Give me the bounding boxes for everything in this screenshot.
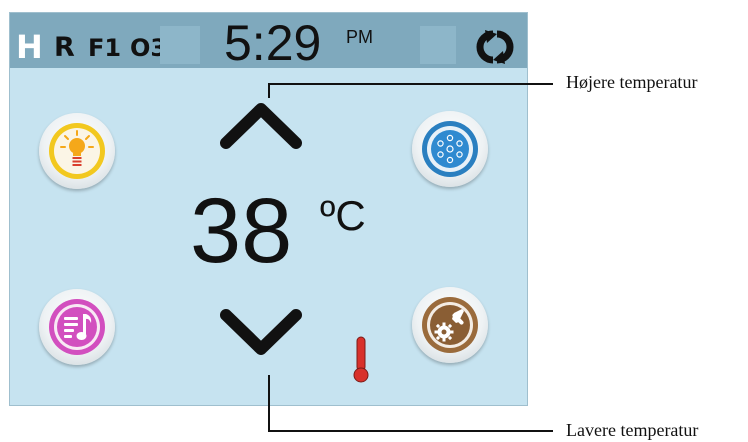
spa-control-screen: H R F1 O3 5:29 PM 38 ºC [9,12,528,406]
recirc-indicator: R [54,32,75,63]
heater-indicator: H [16,28,43,66]
clock-ampm: PM [346,27,373,47]
callout-label-down: Lavere temperatur [566,420,699,440]
status-bar: H R F1 O3 5:29 PM [10,13,527,68]
jets-icon [422,121,478,177]
sync-icon[interactable] [469,30,521,64]
light-bulb-icon [49,123,105,179]
clock-time: 5:29 [224,15,322,71]
settings-icon [422,297,478,353]
settings-button[interactable] [412,287,488,363]
status-block-right [420,26,456,64]
filter-indicator: F1 [88,34,122,62]
jets-button[interactable] [412,111,488,187]
callout-line-down-horizontal [268,430,553,432]
callout-line-up-horizontal [268,83,553,85]
music-icon [49,299,105,355]
callout-label-up: Højere temperatur [566,72,698,92]
temperature-value: 38 [190,180,293,282]
callout-line-down-vertical [268,375,270,430]
light-button[interactable] [39,113,115,189]
temperature-down-button[interactable] [216,303,306,365]
callout-line-up-vertical [268,83,270,98]
status-block-left [160,26,200,64]
thermometer-icon [353,336,369,383]
music-button[interactable] [39,289,115,365]
temperature-unit: ºC [320,192,366,239]
temperature-up-button[interactable] [216,93,306,155]
